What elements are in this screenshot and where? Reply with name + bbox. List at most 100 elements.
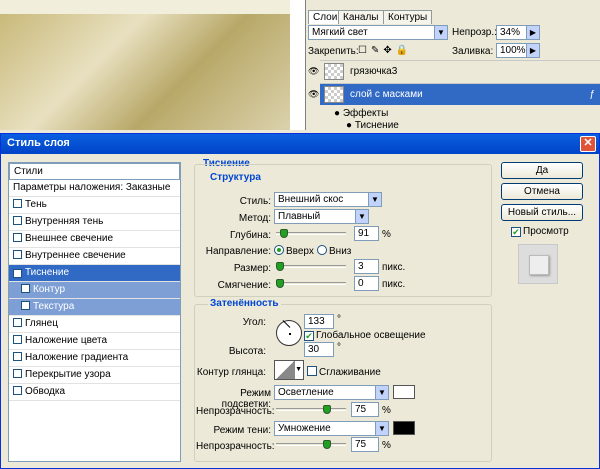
style-item-7[interactable]: Глянец xyxy=(9,316,180,333)
new-style-button[interactable]: Новый стиль... xyxy=(501,204,583,221)
angle-input[interactable]: 133 xyxy=(304,314,334,329)
gloss-contour-picker[interactable]: ▼ xyxy=(274,360,304,380)
size-unit: пикс. xyxy=(382,262,406,273)
gloss-contour-label: Контур глянца: xyxy=(196,367,266,378)
altitude-label: Высота: xyxy=(228,346,266,357)
style-item-4[interactable]: ✔ Тиснение xyxy=(9,265,180,282)
fill-label: Заливка: xyxy=(452,46,494,57)
style-item-3[interactable]: Внутреннее свечение xyxy=(9,248,180,265)
shadow-opacity-slider[interactable] xyxy=(276,440,346,449)
style-checkbox[interactable] xyxy=(21,301,30,310)
style-checkbox[interactable]: ✔ xyxy=(13,269,22,278)
eye-icon[interactable]: 👁 xyxy=(308,66,319,77)
direction-down-radio[interactable]: Вниз xyxy=(317,245,351,257)
style-checkbox[interactable] xyxy=(13,233,22,242)
layer-thumbnail xyxy=(324,63,344,80)
style-checkbox[interactable] xyxy=(13,335,22,344)
style-item-6[interactable]: Текстура xyxy=(9,299,180,316)
layer-row[interactable]: 👁 грязючка3 xyxy=(308,60,600,82)
style-item-11[interactable]: Обводка xyxy=(9,384,180,401)
shadow-opacity-input[interactable]: 75 xyxy=(351,437,379,452)
style-item-10[interactable]: Перекрытие узора xyxy=(9,367,180,384)
slider-knob[interactable] xyxy=(280,229,288,238)
slider-knob[interactable] xyxy=(276,262,284,271)
global-light-checkbox[interactable]: ✔ Глобальное освещение xyxy=(304,330,426,341)
tab-channels[interactable]: Каналы xyxy=(338,10,384,24)
chevron-right-icon: ▶ xyxy=(526,44,539,57)
angle-dial[interactable] xyxy=(276,320,302,346)
shadow-mode-select[interactable]: Умножение ▼ xyxy=(274,421,389,436)
chevron-down-icon: ▼ xyxy=(434,26,447,39)
style-checkbox[interactable] xyxy=(13,216,22,225)
styles-header[interactable]: Стили xyxy=(9,163,180,180)
depth-slider[interactable] xyxy=(276,229,346,238)
soften-unit: пикс. xyxy=(382,279,406,290)
style-item-label: Контур xyxy=(33,284,66,295)
style-checkbox[interactable] xyxy=(13,386,22,395)
antialias-checkbox[interactable]: Сглаживание xyxy=(307,366,381,378)
effects-label[interactable]: ● Эффекты xyxy=(334,108,388,119)
highlight-opacity-slider[interactable] xyxy=(276,405,346,414)
style-item-0[interactable]: Тень xyxy=(9,197,180,214)
angle-unit: ° xyxy=(337,314,341,325)
highlight-color-swatch[interactable] xyxy=(393,385,415,399)
style-item-5[interactable]: Контур xyxy=(9,282,180,299)
slider-knob[interactable] xyxy=(276,279,284,288)
preview-checkbox[interactable]: ✔ Просмотр xyxy=(511,226,569,237)
style-item-label: Глянец xyxy=(25,318,58,329)
chevron-down-icon: ▼ xyxy=(295,366,302,373)
style-item-label: Внутренняя тень xyxy=(25,216,104,227)
slider-knob[interactable] xyxy=(322,440,331,449)
chevron-down-icon: ▼ xyxy=(375,386,388,399)
cancel-button[interactable]: Отмена xyxy=(501,183,583,200)
style-item-1[interactable]: Внутренняя тень xyxy=(9,214,180,231)
highlight-opacity-input[interactable]: 75 xyxy=(351,402,379,417)
blending-options-item[interactable]: Параметры наложения: Заказные xyxy=(9,180,180,197)
style-item-8[interactable]: Наложение цвета xyxy=(9,333,180,350)
style-checkbox[interactable] xyxy=(13,318,22,327)
blend-mode-select[interactable]: Мягкий свет ▼ xyxy=(308,25,448,40)
shadow-mode-label: Режим тени: xyxy=(213,425,271,436)
fill-input[interactable]: 100% ▶ xyxy=(496,43,540,58)
layer-name: слой с масками xyxy=(350,89,423,100)
style-item-label: Тень xyxy=(25,199,47,210)
eye-icon[interactable]: 👁 xyxy=(308,89,319,100)
depth-input[interactable]: 91 xyxy=(354,226,379,241)
style-item-label: Текстура xyxy=(33,301,75,312)
ok-button[interactable]: Да xyxy=(501,162,583,179)
style-checkbox[interactable] xyxy=(13,250,22,259)
shadow-opacity-label: Непрозрачность: xyxy=(196,441,275,452)
style-checkbox[interactable] xyxy=(13,369,22,378)
style-item-label: Тиснение xyxy=(25,267,70,278)
lock-icons[interactable]: ☐✎✥🔒 xyxy=(358,45,412,56)
tab-paths[interactable]: Контуры xyxy=(383,10,433,24)
soften-input[interactable]: 0 xyxy=(354,276,379,291)
dialog-title: Стиль слоя xyxy=(7,137,70,149)
layers-panel-tabs: Слои Каналы Контуры xyxy=(306,10,600,24)
direction-up-radio[interactable]: Вверх xyxy=(274,245,314,257)
slider-knob[interactable] xyxy=(322,405,331,414)
style-checkbox[interactable] xyxy=(13,199,22,208)
opacity-input[interactable]: 34% ▶ xyxy=(496,25,540,40)
method-select[interactable]: Плавный ▼ xyxy=(274,209,369,224)
size-slider[interactable] xyxy=(276,262,346,271)
highlight-mode-select[interactable]: Осветление ▼ xyxy=(274,385,389,400)
layer-row-selected[interactable]: 👁 слой с масками ƒ xyxy=(308,83,600,105)
style-item-9[interactable]: Наложение градиента xyxy=(9,350,180,367)
close-button[interactable]: ✕ xyxy=(580,136,596,152)
size-input[interactable]: 3 xyxy=(354,259,379,274)
shadow-color-swatch[interactable] xyxy=(393,421,415,435)
layer-name: грязючка3 xyxy=(350,66,398,77)
effect-item[interactable]: ● Тиснение xyxy=(346,120,399,131)
style-item-2[interactable]: Внешнее свечение xyxy=(9,231,180,248)
method-label: Метод: xyxy=(238,213,271,224)
soften-label: Смягчение: xyxy=(217,280,271,291)
layer-thumbnail xyxy=(324,86,344,103)
style-checkbox[interactable] xyxy=(21,284,30,293)
altitude-input[interactable]: 30 xyxy=(304,342,334,357)
bevel-style-select[interactable]: Внешний скос ▼ xyxy=(274,192,382,207)
highlight-opacity-unit: % xyxy=(382,405,391,416)
style-item-label: Внешнее свечение xyxy=(25,233,114,244)
style-checkbox[interactable] xyxy=(13,352,22,361)
soften-slider[interactable] xyxy=(276,279,346,288)
